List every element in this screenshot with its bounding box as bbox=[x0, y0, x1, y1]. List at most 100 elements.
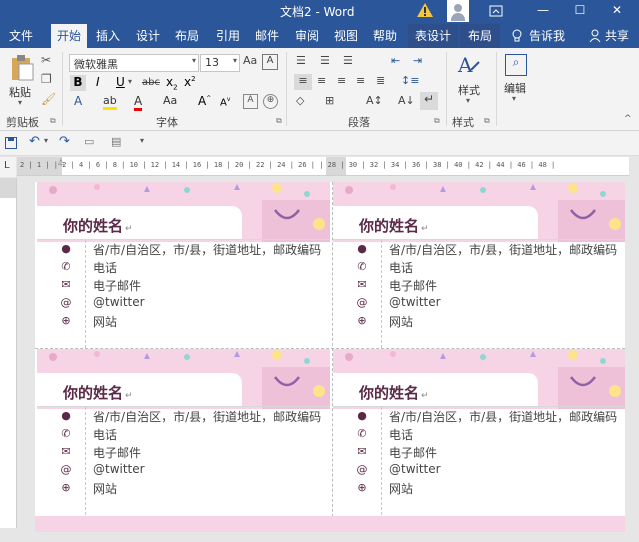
indent-marker-icon[interactable]: ⏃ bbox=[57, 157, 65, 168]
text-effects-icon[interactable]: A bbox=[74, 94, 82, 108]
borders-icon[interactable]: ⊞ bbox=[325, 94, 334, 107]
lightbulb-icon[interactable] bbox=[511, 29, 523, 43]
align-center-icon[interactable]: ≡ bbox=[317, 74, 326, 87]
distributed-icon[interactable]: ≣ bbox=[376, 74, 385, 87]
paste-icon[interactable] bbox=[10, 54, 34, 82]
shading-icon[interactable]: ◇ bbox=[296, 94, 304, 107]
minimize-button[interactable]: — bbox=[526, 0, 560, 22]
business-card[interactable]: 你的姓名 ↵ ● 省/市/自治区，市/县，街道地址，邮政编码 ✆ 电话 ✉ 电子… bbox=[333, 349, 625, 515]
tab-table-design[interactable]: 表设计 bbox=[408, 24, 458, 48]
warning-icon[interactable] bbox=[416, 1, 434, 19]
font-size-change-icon[interactable]: Aa bbox=[163, 94, 177, 107]
card-phone[interactable]: 电话 bbox=[93, 426, 117, 443]
card-email[interactable]: 电子邮件 bbox=[93, 277, 141, 294]
card-name[interactable]: 你的姓名 bbox=[359, 382, 419, 403]
card-name[interactable]: 你的姓名 bbox=[359, 215, 419, 236]
tab-review[interactable]: 审阅 bbox=[290, 24, 324, 48]
styles-icon[interactable]: A bbox=[455, 52, 481, 78]
font-name-box[interactable]: 微软雅黑 ▾ bbox=[69, 54, 199, 72]
phonetic-guide-icon[interactable]: A bbox=[243, 94, 258, 109]
font-size-dropdown-icon[interactable]: ▾ bbox=[233, 56, 237, 65]
font-launcher-icon[interactable]: ⧉ bbox=[276, 116, 282, 126]
font-size-box[interactable]: 13 ▾ bbox=[200, 54, 240, 72]
card-email[interactable]: 电子邮件 bbox=[93, 444, 141, 461]
print-preview-icon[interactable]: ▭ bbox=[84, 135, 94, 148]
align-left-icon[interactable]: ≡ bbox=[294, 74, 312, 90]
card-website[interactable]: 网站 bbox=[93, 313, 117, 330]
share-person-icon[interactable] bbox=[589, 29, 601, 43]
tab-mailings[interactable]: 邮件 bbox=[250, 24, 284, 48]
format-painter-icon[interactable]: 🖌 bbox=[41, 92, 56, 106]
multilevel-list-icon[interactable]: ☰ bbox=[343, 54, 353, 67]
card-phone[interactable]: 电话 bbox=[93, 259, 117, 276]
show-hide-marks-icon[interactable]: ↵ bbox=[420, 92, 438, 110]
card-address[interactable]: 省/市/自治区，市/县，街道地址，邮政编码 bbox=[389, 408, 617, 425]
underline-dropdown-icon[interactable]: ▾ bbox=[128, 77, 132, 86]
tell-me-box[interactable]: 告诉我 bbox=[526, 24, 568, 48]
tab-references[interactable]: 引用 bbox=[211, 24, 245, 48]
tab-layout[interactable]: 布局 bbox=[170, 24, 204, 48]
decrease-indent-icon[interactable]: ⇤ bbox=[391, 54, 400, 67]
tab-selector[interactable]: L bbox=[0, 157, 16, 177]
increase-indent-icon[interactable]: ⇥ bbox=[413, 54, 422, 67]
card-email[interactable]: 电子邮件 bbox=[389, 444, 437, 461]
card-phone[interactable]: 电话 bbox=[389, 259, 413, 276]
share-button[interactable]: 共享 bbox=[602, 24, 632, 48]
numbering-icon[interactable]: ☰ bbox=[320, 54, 330, 67]
vertical-ruler[interactable] bbox=[0, 178, 17, 528]
shrink-font-icon[interactable]: Av bbox=[220, 96, 230, 108]
customize-qat-icon[interactable]: ▾ bbox=[140, 136, 144, 145]
touch-mode-icon[interactable]: ▤ bbox=[111, 135, 121, 148]
tab-file[interactable]: 文件 bbox=[4, 24, 38, 48]
paste-dropdown-icon[interactable]: ▾ bbox=[18, 98, 22, 107]
close-button[interactable]: ✕ bbox=[600, 0, 634, 22]
tab-design[interactable]: 设计 bbox=[131, 24, 165, 48]
subscript-icon[interactable]: x2 bbox=[166, 75, 178, 91]
horizontal-ruler[interactable]: 2 | 1 | | 2 | 4 | 6 | 8 | 10 | 12 | 14 |… bbox=[17, 157, 629, 176]
undo-dropdown-icon[interactable]: ▾ bbox=[44, 136, 48, 145]
change-case-icon[interactable]: Aa bbox=[243, 54, 257, 67]
tab-insert[interactable]: 插入 bbox=[91, 24, 125, 48]
card-twitter[interactable]: @twitter bbox=[389, 295, 441, 309]
paragraph-launcher-icon[interactable]: ⧉ bbox=[434, 116, 440, 126]
collapse-ribbon-icon[interactable]: ^ bbox=[624, 114, 632, 124]
tab-table-layout[interactable]: 布局 bbox=[460, 24, 500, 48]
sort-icon[interactable]: A↓ bbox=[398, 94, 415, 107]
card-website[interactable]: 网站 bbox=[389, 480, 413, 497]
redo-icon[interactable]: ↷ bbox=[59, 134, 70, 149]
line-spacing-icon[interactable]: ↕≡ bbox=[401, 74, 419, 87]
card-website[interactable]: 网站 bbox=[389, 313, 413, 330]
editing-dropdown-icon[interactable]: ▾ bbox=[512, 94, 516, 103]
clipboard-launcher-icon[interactable]: ⧉ bbox=[50, 116, 56, 126]
clear-formatting-icon[interactable]: A bbox=[262, 54, 278, 70]
search-icon[interactable]: ⌕ bbox=[505, 54, 527, 76]
business-card[interactable]: 你的姓名 ↵ ● 省/市/自治区，市/县，街道地址，邮政编码 ✆ 电话 ✉ 电子… bbox=[37, 349, 330, 515]
align-right-icon[interactable]: ≡ bbox=[337, 74, 346, 87]
card-website[interactable]: 网站 bbox=[93, 480, 117, 497]
business-card[interactable]: 你的姓名 ↵ ● 省/市/自治区，市/县，街道地址，邮政编码 ✆ 电话 ✉ 电子… bbox=[333, 182, 625, 348]
chinese-layout-icon[interactable]: A↕ bbox=[366, 94, 383, 107]
enclose-characters-icon[interactable]: ⊕ bbox=[263, 94, 278, 109]
restore-button[interactable]: ☐ bbox=[563, 0, 597, 22]
cut-icon[interactable]: ✂ bbox=[41, 53, 51, 67]
bold-icon[interactable]: B bbox=[70, 75, 86, 91]
tab-view[interactable]: 视图 bbox=[329, 24, 363, 48]
card-phone[interactable]: 电话 bbox=[389, 426, 413, 443]
highlight-icon[interactable]: ab bbox=[103, 94, 117, 110]
tab-help[interactable]: 帮助 bbox=[368, 24, 402, 48]
grow-font-icon[interactable]: A^ bbox=[198, 94, 211, 108]
font-color-icon[interactable]: A bbox=[134, 94, 143, 111]
card-twitter[interactable]: @twitter bbox=[93, 295, 145, 309]
styles-dropdown-icon[interactable]: ▾ bbox=[466, 96, 470, 105]
ribbon-display-options-icon[interactable] bbox=[489, 4, 503, 18]
font-name-dropdown-icon[interactable]: ▾ bbox=[192, 56, 196, 65]
card-email[interactable]: 电子邮件 bbox=[389, 277, 437, 294]
card-twitter[interactable]: @twitter bbox=[93, 462, 145, 476]
undo-icon[interactable]: ↶ bbox=[29, 134, 40, 149]
superscript-icon[interactable]: x2 bbox=[184, 75, 196, 89]
copy-icon[interactable]: ❐ bbox=[41, 72, 52, 86]
card-twitter[interactable]: @twitter bbox=[389, 462, 441, 476]
justify-icon[interactable]: ≡ bbox=[356, 74, 365, 87]
card-address[interactable]: 省/市/自治区，市/县，街道地址，邮政编码 bbox=[93, 241, 321, 258]
card-address[interactable]: 省/市/自治区，市/县，街道地址，邮政编码 bbox=[93, 408, 321, 425]
